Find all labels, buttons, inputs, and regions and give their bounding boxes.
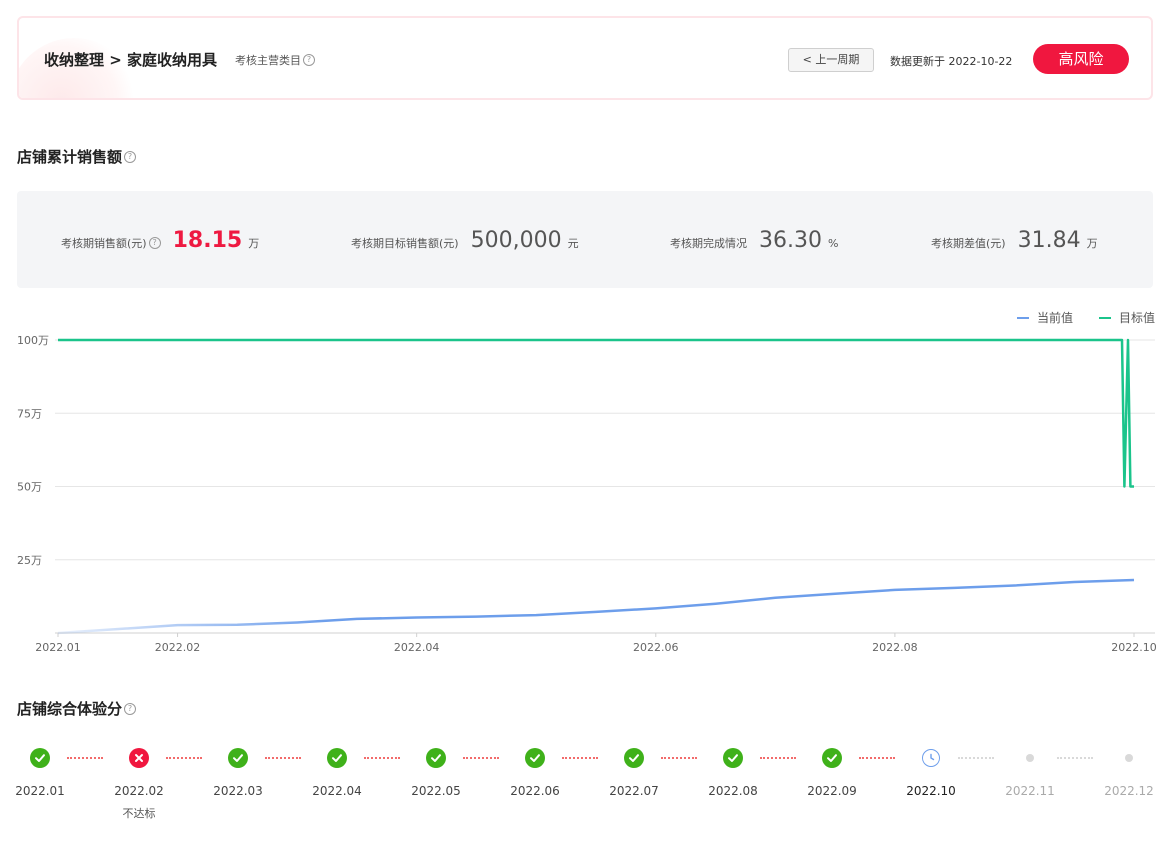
check-icon: [822, 748, 842, 768]
metric-unit: 万: [248, 237, 260, 250]
metric-label: 考核期销售额(元) ?: [61, 235, 161, 251]
sales-section-title: 店铺累计销售额 ?: [17, 146, 137, 167]
timeline-connector: [67, 757, 103, 761]
timeline-connector: [562, 757, 598, 761]
metric-difference: 考核期差值(元) 31.84 万: [931, 228, 1098, 253]
clock-icon: [922, 749, 940, 767]
timeline-connector: [265, 757, 301, 761]
timeline-connector: [166, 757, 202, 761]
check-icon: [30, 748, 50, 768]
check-icon: [327, 748, 347, 768]
metric-period-sales: 考核期销售额(元) ? 18.15 万: [61, 228, 259, 253]
check-icon: [624, 748, 644, 768]
metric-value: 18.15: [172, 228, 243, 253]
x-tick-label: 2022.01: [35, 641, 81, 654]
metric-label-text: 考核期销售额(元): [61, 237, 147, 250]
metric-target-sales: 考核期目标销售额(元) 500,000 元: [351, 228, 579, 253]
timeline-connector: [1057, 757, 1093, 761]
update-time: 数据更新于 2022-10-22: [890, 55, 1013, 68]
timeline-connector: [364, 757, 400, 761]
y-tick-label: 75万: [17, 407, 42, 420]
timeline-month-label: 2022.07: [609, 784, 659, 798]
series-line-current: [57, 578, 1135, 635]
timeline-month-label: 2022.02: [114, 784, 164, 798]
x-tick-label: 2022.10: [1111, 641, 1157, 654]
category-label-text: 考核主营类目: [235, 54, 301, 67]
timeline-month-label: 2022.03: [213, 784, 263, 798]
timeline-month-label: 2022.11: [1005, 784, 1055, 798]
metric-label: 考核期差值(元): [931, 237, 1006, 250]
check-icon: [426, 748, 446, 768]
risk-level-button[interactable]: 高风险: [1033, 44, 1129, 74]
timeline-month-label: 2022.01: [15, 784, 65, 798]
experience-section-title-text: 店铺综合体验分: [17, 700, 123, 718]
timeline-month-label: 2022.09: [807, 784, 857, 798]
timeline-month-label: 2022.08: [708, 784, 758, 798]
x-tick-label: 2022.04: [394, 641, 440, 654]
metric-value: 500,000: [470, 228, 562, 253]
metric-value: 31.84: [1017, 228, 1081, 253]
timeline-month-label: 2022.12: [1104, 784, 1154, 798]
timeline-connector: [859, 757, 895, 761]
timeline-status-note: 不达标: [122, 807, 156, 820]
help-icon[interactable]: ?: [148, 237, 161, 249]
timeline-connector: [661, 757, 697, 761]
metric-unit: 万: [1086, 237, 1098, 250]
x-tick-label: 2022.08: [872, 641, 918, 654]
y-tick-label: 100万: [17, 334, 49, 347]
metric-label: 考核期目标销售额(元): [351, 237, 459, 250]
check-icon: [525, 748, 545, 768]
sales-line-chart: 100万 75万 50万 25万 2022.01 2022.02 2022.04 2022.0…: [17, 334, 1157, 654]
metric-label: 考核期完成情况: [670, 237, 747, 250]
y-tick-label: 25万: [17, 554, 42, 567]
prev-period-button[interactable]: < 上一周期: [788, 48, 874, 72]
metric-unit: 元: [567, 237, 579, 250]
x-tick-label: 2022.06: [633, 641, 679, 654]
check-icon: [228, 748, 248, 768]
help-icon[interactable]: ?: [303, 54, 315, 66]
timeline-month-label: 2022.05: [411, 784, 461, 798]
header-card: 收纳整理 > 家庭收纳用具 考核主营类目 ? < 上一周期 数据更新于 2022…: [17, 16, 1153, 100]
timeline-connector: [463, 757, 499, 761]
metric-unit: %: [827, 237, 839, 250]
sales-section-title-text: 店铺累计销售额: [17, 148, 123, 166]
metric-value: 36.30: [759, 228, 822, 253]
x-tick-label: 2022.02: [155, 641, 201, 654]
check-icon: [723, 748, 743, 768]
experience-section-title: 店铺综合体验分 ?: [17, 698, 137, 719]
timeline-connector: [760, 757, 796, 761]
cross-icon: [129, 748, 149, 768]
timeline-connector: [958, 757, 994, 761]
breadcrumb: 收纳整理 > 家庭收纳用具: [44, 51, 218, 69]
timeline-month-label: 2022.10: [906, 784, 956, 798]
category-label: 考核主营类目 ?: [235, 52, 315, 68]
help-icon[interactable]: ?: [124, 702, 137, 715]
dot-icon: [1125, 754, 1133, 762]
metric-completion: 考核期完成情况 36.30 %: [670, 228, 838, 253]
help-icon[interactable]: ?: [124, 150, 137, 163]
y-tick-label: 50万: [17, 481, 42, 494]
dot-icon: [1026, 754, 1034, 762]
metrics-panel: 考核期销售额(元) ? 18.15 万 考核期目标销售额(元) 500,000 …: [17, 191, 1153, 288]
timeline-month-label: 2022.06: [510, 784, 560, 798]
timeline-month-label: 2022.04: [312, 784, 362, 798]
